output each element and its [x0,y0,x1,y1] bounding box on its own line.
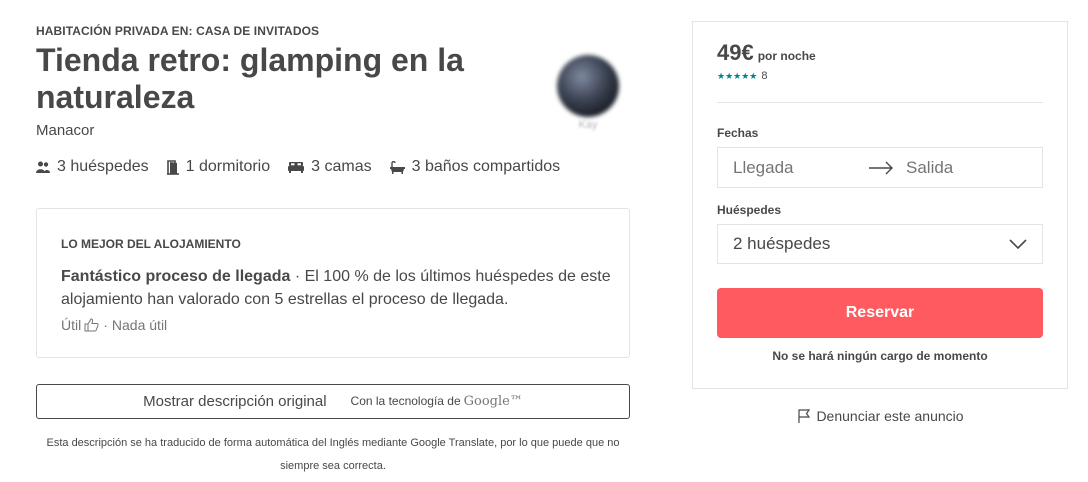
listing-location[interactable]: Manacor [36,122,94,139]
rating-summary[interactable]: ★★★★★ 8 [717,70,767,82]
host-profile[interactable]: Kay [557,55,619,131]
amenity-bedrooms: 1 dormitorio [166,158,271,176]
listing-highlight-card: LO MEJOR DEL ALOJAMIENTO Fantástico proc… [36,208,630,358]
price-per-night: por noche [757,49,816,63]
amenity-label: 3 huéspedes [57,158,149,175]
bathtub-icon [389,160,405,174]
guests-label: Huéspedes [717,203,782,217]
room-type-kicker: HABITACIÓN PRIVADA EN: CASA DE INVITADOS [36,24,320,38]
amenity-label: 3 baños compartidos [411,158,561,175]
avatar[interactable] [557,55,619,117]
amenities-summary: 3 huéspedes 1 dormitorio 3 camas 3 baños… [36,158,578,176]
checkout-input[interactable]: Salida [906,158,953,178]
feedback-separator: · [103,317,108,333]
arrow-right-icon [869,161,893,174]
guests-icon [36,161,50,173]
amenity-beds: 3 camas [288,158,372,176]
powered-by-google: Con la tecnología de Google™ [351,394,523,409]
highlight-feedback: Útil · Nada útil [61,317,167,333]
price-amount: 49€ [717,40,754,65]
door-icon [166,159,179,175]
amenity-label: 1 dormitorio [185,158,271,175]
review-count: 8 [761,70,768,82]
not-helpful-button[interactable]: Nada útil [112,317,167,333]
highlight-body: Fantástico proceso de llegada · El 100 %… [61,265,611,311]
show-original-label: Mostrar descripción original [143,393,327,410]
flag-icon [798,409,811,423]
nightly-price: 49€ por noche [717,40,816,66]
thumbs-up-icon [84,318,99,332]
amenity-label: 3 camas [311,158,372,175]
amenity-baths: 3 baños compartidos [389,158,561,176]
google-logo: Google™ [463,394,523,409]
amenity-guests: 3 huéspedes [36,158,149,176]
host-name[interactable]: Kay [557,119,619,131]
reserve-button[interactable]: Reservar [717,288,1043,338]
translation-disclaimer: Esta descripción se ha traducido de form… [46,437,620,472]
show-original-description-button[interactable]: Mostrar descripción original Con la tecn… [36,384,630,419]
star-rating-icon: ★★★★★ [717,70,758,81]
report-label: Denunciar este anuncio [816,408,964,424]
no-charge-note: No se hará ningún cargo de momento [772,349,988,363]
divider [717,102,1043,103]
highlight-title: Fantástico proceso de llegada [61,268,291,285]
chevron-down-icon [1009,239,1027,249]
guests-value: 2 huéspedes [733,234,831,253]
guests-select[interactable]: 2 huéspedes [717,224,1043,264]
booking-card: 49€ por noche ★★★★★ 8 Fechas Llegada Sal… [692,21,1068,389]
listing-title: Tienda retro: glamping en la naturaleza [36,42,464,115]
helpful-button[interactable]: Útil [61,317,99,333]
helpful-label: Útil [61,317,82,333]
bed-icon [288,162,305,173]
report-listing-link[interactable]: Denunciar este anuncio [692,408,1068,424]
checkin-input[interactable]: Llegada [733,158,868,178]
date-range-picker: Llegada Salida [717,147,1043,188]
powered-by-label: Con la tecnología de [350,394,461,408]
dates-label: Fechas [717,126,759,140]
highlight-heading: LO MEJOR DEL ALOJAMIENTO [61,237,241,251]
